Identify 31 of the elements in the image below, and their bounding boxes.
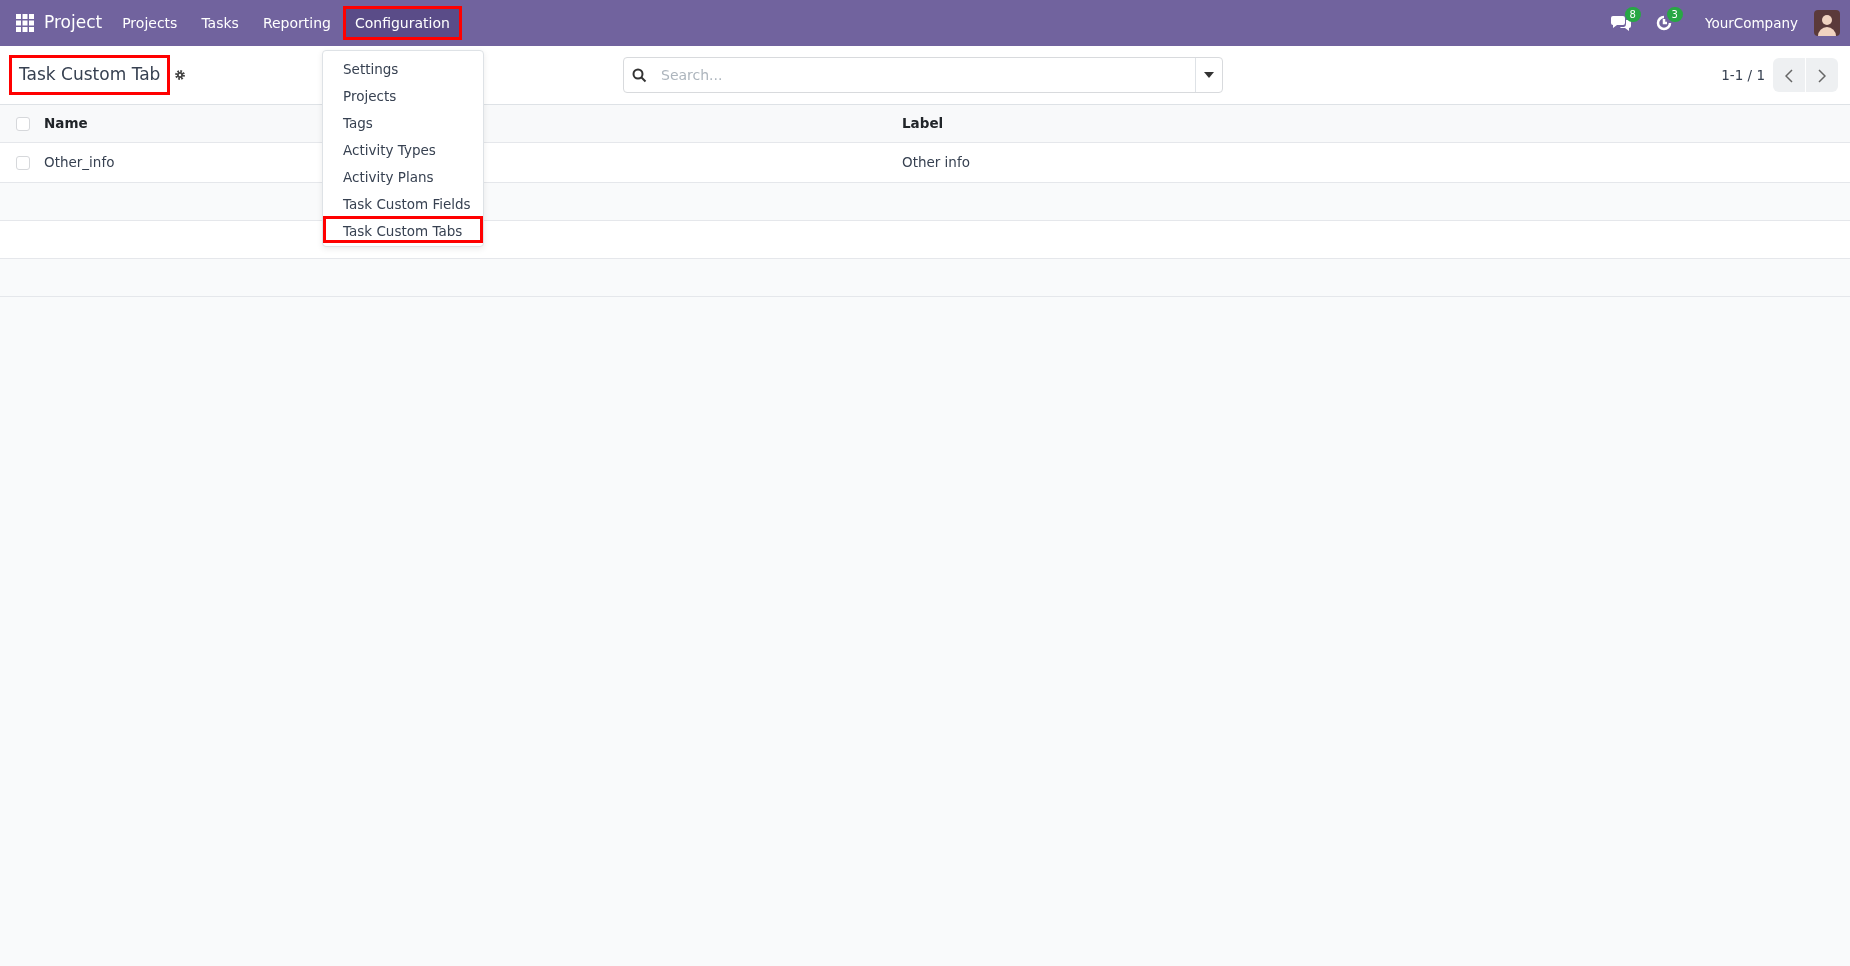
menu-item[interactable]: Projects	[110, 6, 190, 40]
table-cell: Other_info	[44, 154, 115, 171]
page-title: Task Custom Tab	[9, 55, 171, 95]
app-name: Project	[44, 11, 103, 35]
caret-icon	[1204, 72, 1214, 78]
menu-item[interactable]: Task Custom Tabs	[323, 216, 483, 243]
company-name[interactable]: YourCompany	[1704, 12, 1798, 34]
menu-item[interactable]: Configuration	[342, 6, 462, 40]
select-all-checkbox[interactable]	[16, 116, 30, 131]
menu-item[interactable]: Projects	[323, 81, 483, 108]
apps-menu-icon[interactable]	[16, 14, 34, 32]
menu-item[interactable]: Task Custom Fields	[323, 189, 483, 216]
table-cell: Other info	[902, 154, 970, 171]
pager-value: 1-1 / 1	[1721, 65, 1765, 85]
menu-item[interactable]: Reporting	[250, 6, 343, 40]
menu-item[interactable]: Settings	[323, 54, 483, 81]
clock-icon[interactable]	[1654, 14, 1673, 32]
chevron-left-icon	[1785, 68, 1793, 83]
search-field[interactable]: Search...	[623, 57, 1223, 93]
count-badge: 8	[1624, 7, 1641, 22]
search-icon	[632, 67, 647, 83]
avatar-icon[interactable]	[1814, 10, 1840, 36]
row-checkbox[interactable]	[16, 155, 30, 170]
menu-item[interactable]: Tags	[323, 108, 483, 135]
column-header[interactable]: Name	[44, 115, 88, 132]
column-header[interactable]: Label	[902, 115, 944, 132]
chevron-right-icon	[1818, 68, 1826, 83]
settings-icon[interactable]	[174, 69, 187, 81]
chat-icon[interactable]	[1610, 14, 1631, 32]
count-badge: 3	[1666, 7, 1683, 22]
menu-item[interactable]: Tasks	[189, 6, 251, 40]
